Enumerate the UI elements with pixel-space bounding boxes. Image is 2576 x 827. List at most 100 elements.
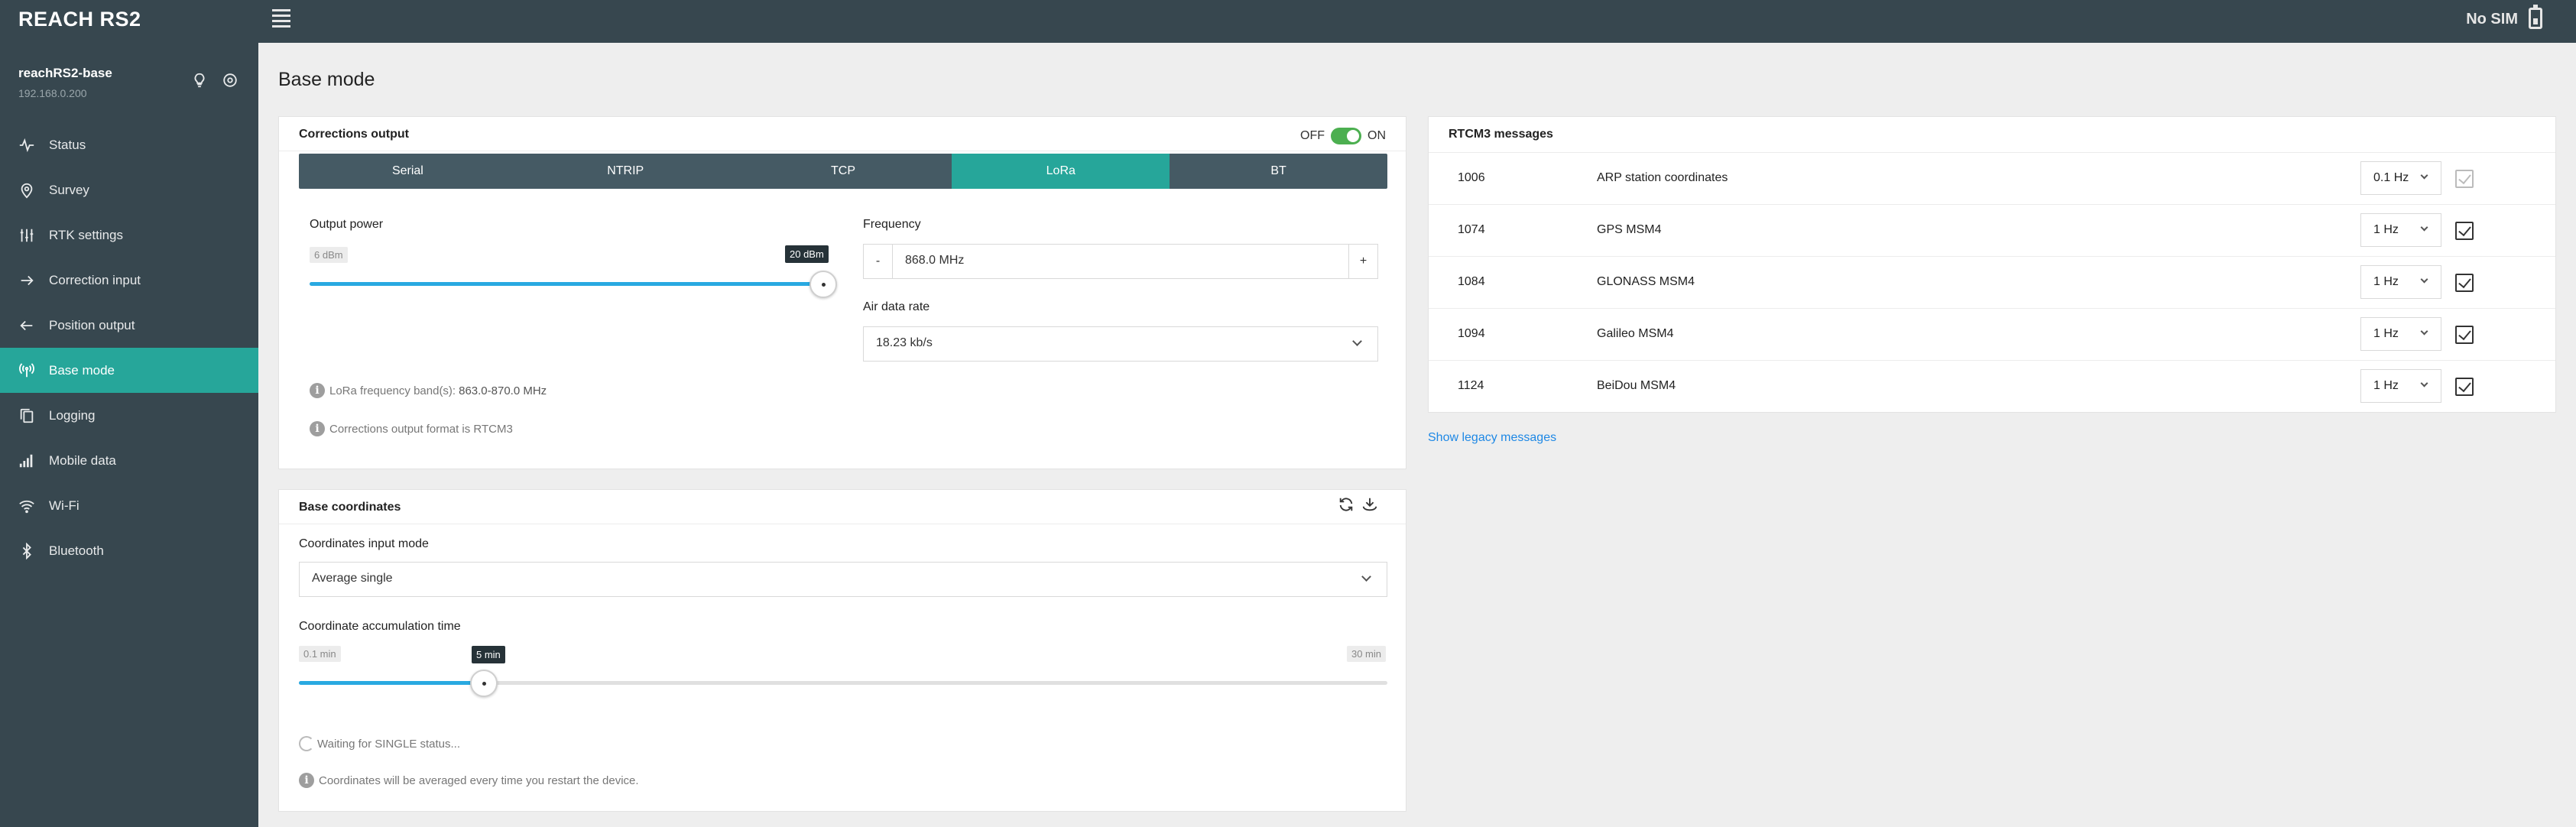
message-rate-select[interactable]: 1 Hz xyxy=(2360,317,2441,351)
sidebar-item-survey[interactable]: Survey xyxy=(0,167,258,212)
sidebar-item-label: Base mode xyxy=(49,362,115,378)
output-power-value-tooltip: 20 dBm xyxy=(785,245,829,263)
lora-band-info: i LoRa frequency band(s): 863.0-870.0 MH… xyxy=(310,383,547,398)
message-name: BeiDou MSM4 xyxy=(1597,379,1676,392)
sidebar-item-base-mode[interactable]: Base mode xyxy=(0,348,258,393)
sidebar-item-status[interactable]: Status xyxy=(0,122,258,167)
message-id: 1084 xyxy=(1458,275,1485,288)
table-row: 1084 GLONASS MSM4 1 Hz xyxy=(1429,256,2555,308)
gear-icon[interactable] xyxy=(222,72,238,89)
sidebar-item-position-output[interactable]: Position output xyxy=(0,303,258,348)
message-id: 1074 xyxy=(1458,223,1485,236)
sidebar-item-logging[interactable]: Logging xyxy=(0,393,258,438)
accumulation-time-slider-thumb[interactable] xyxy=(470,670,498,697)
chevron-down-icon xyxy=(1352,336,1362,346)
message-rate-select[interactable]: 1 Hz xyxy=(2360,265,2441,299)
rtcm3-messages-card: RTCM3 messages 1006 ARP station coordina… xyxy=(1428,116,2556,413)
import-icon[interactable] xyxy=(1361,496,1378,513)
sidebar-item-label: RTK settings xyxy=(49,227,124,242)
arrow-right-icon xyxy=(18,272,35,289)
output-power-label: Output power xyxy=(310,218,384,231)
map-pin-icon xyxy=(18,182,35,199)
sidebar-item-mobile-data[interactable]: Mobile data xyxy=(0,438,258,483)
sidebar-item-label: Survey xyxy=(49,182,89,197)
frequency-increment-button[interactable]: + xyxy=(1348,245,1377,278)
sidebar-item-label: Correction input xyxy=(49,272,141,287)
table-row: 1124 BeiDou MSM4 1 Hz xyxy=(1429,360,2555,412)
message-rate-value: 1 Hz xyxy=(2373,327,2399,340)
sliders-icon xyxy=(18,227,35,244)
toggle-off-label: OFF xyxy=(1300,129,1325,142)
sidebar-item-bluetooth[interactable]: Bluetooth xyxy=(0,528,258,573)
message-checkbox[interactable] xyxy=(2455,222,2474,240)
message-name: ARP station coordinates xyxy=(1597,171,1728,184)
air-data-rate-select[interactable]: 18.23 kb/s xyxy=(863,326,1378,362)
base-coordinates-card: Base coordinates Coordinates input mode … xyxy=(278,489,1406,812)
message-id: 1094 xyxy=(1458,327,1485,340)
info-icon: i xyxy=(299,773,314,788)
toggle-on-label: ON xyxy=(1367,129,1386,142)
top-bar: REACH RS2 No SIM xyxy=(0,0,2576,43)
sidebar-item-label: Position output xyxy=(49,317,135,332)
coordinates-input-mode-value: Average single xyxy=(312,572,393,585)
tab-bt[interactable]: BT xyxy=(1170,154,1387,189)
corrections-output-toggle[interactable] xyxy=(1331,128,1361,144)
message-rate-select[interactable]: 1 Hz xyxy=(2360,213,2441,247)
accumulation-time-fill xyxy=(299,681,484,685)
accumulation-time-min: 0.1 min xyxy=(299,646,341,662)
message-rate-select[interactable]: 1 Hz xyxy=(2360,369,2441,403)
message-id: 1006 xyxy=(1458,171,1485,184)
info-icon: i xyxy=(310,421,325,436)
copy-icon xyxy=(18,407,35,424)
air-data-rate-value: 18.23 kb/s xyxy=(876,336,933,349)
tab-tcp[interactable]: TCP xyxy=(735,154,952,189)
sidebar-item-wifi[interactable]: Wi-Fi xyxy=(0,483,258,528)
brand-logo: REACH RS2 xyxy=(18,8,141,31)
accumulation-time-label: Coordinate accumulation time xyxy=(299,620,461,633)
sidebar-item-label: Wi-Fi xyxy=(49,498,79,513)
refresh-icon[interactable] xyxy=(1338,496,1355,513)
sidebar-nav: Status Survey RTK settings Correction in… xyxy=(0,122,258,573)
message-checkbox[interactable] xyxy=(2455,378,2474,396)
table-row: 1006 ARP station coordinates 0.1 Hz xyxy=(1429,152,2555,204)
coordinates-input-mode-select[interactable]: Average single xyxy=(299,562,1387,597)
output-power-min: 6 dBm xyxy=(310,247,348,263)
chevron-down-icon xyxy=(2420,171,2428,180)
sidebar-item-label: Bluetooth xyxy=(49,543,104,558)
menu-icon[interactable] xyxy=(272,9,290,28)
message-rate-select[interactable]: 0.1 Hz xyxy=(2360,161,2441,195)
chevron-down-icon xyxy=(1361,572,1371,582)
table-row: 1094 Galileo MSM4 1 Hz xyxy=(1429,308,2555,360)
output-power-slider-thumb[interactable] xyxy=(809,271,837,298)
device-name: reachRS2-base xyxy=(18,66,112,80)
signal-bars-icon xyxy=(18,452,35,469)
table-row: 1074 GPS MSM4 1 Hz xyxy=(1429,204,2555,256)
sidebar-item-correction-input[interactable]: Correction input xyxy=(0,258,258,303)
frequency-stepper: - 868.0 MHz + xyxy=(863,244,1378,279)
frequency-input[interactable]: 868.0 MHz xyxy=(905,254,964,268)
chevron-down-icon xyxy=(2420,379,2428,388)
sidebar: reachRS2-base 192.168.0.200 Status Surve… xyxy=(0,43,258,827)
sidebar-item-rtk-settings[interactable]: RTK settings xyxy=(0,212,258,258)
lora-band-value: 863.0-870.0 MHz xyxy=(459,384,547,397)
lightbulb-icon[interactable] xyxy=(191,72,208,89)
message-checkbox[interactable] xyxy=(2455,274,2474,292)
averaging-info-text: Coordinates will be averaged every time … xyxy=(319,773,639,787)
corrections-output-card: Corrections output OFF ON Serial NTRIP T… xyxy=(278,116,1406,469)
frequency-label: Frequency xyxy=(863,218,921,231)
tab-serial[interactable]: Serial xyxy=(299,154,517,189)
arrow-left-icon xyxy=(18,317,35,334)
bluetooth-icon xyxy=(18,542,35,559)
tab-lora[interactable]: LoRa xyxy=(952,154,1170,189)
message-checkbox[interactable] xyxy=(2455,326,2474,344)
antenna-icon xyxy=(18,362,35,379)
tab-ntrip[interactable]: NTRIP xyxy=(517,154,735,189)
message-name: Galileo MSM4 xyxy=(1597,327,1674,340)
coordinates-input-mode-label: Coordinates input mode xyxy=(299,537,429,550)
frequency-decrement-button[interactable]: - xyxy=(864,245,893,278)
device-ip: 192.168.0.200 xyxy=(18,87,87,99)
show-legacy-messages-link[interactable]: Show legacy messages xyxy=(1428,431,1556,445)
corrections-toggle-group: OFF ON xyxy=(1300,128,1386,144)
message-rate-value: 1 Hz xyxy=(2373,223,2399,236)
air-data-rate-label: Air data rate xyxy=(863,300,930,313)
